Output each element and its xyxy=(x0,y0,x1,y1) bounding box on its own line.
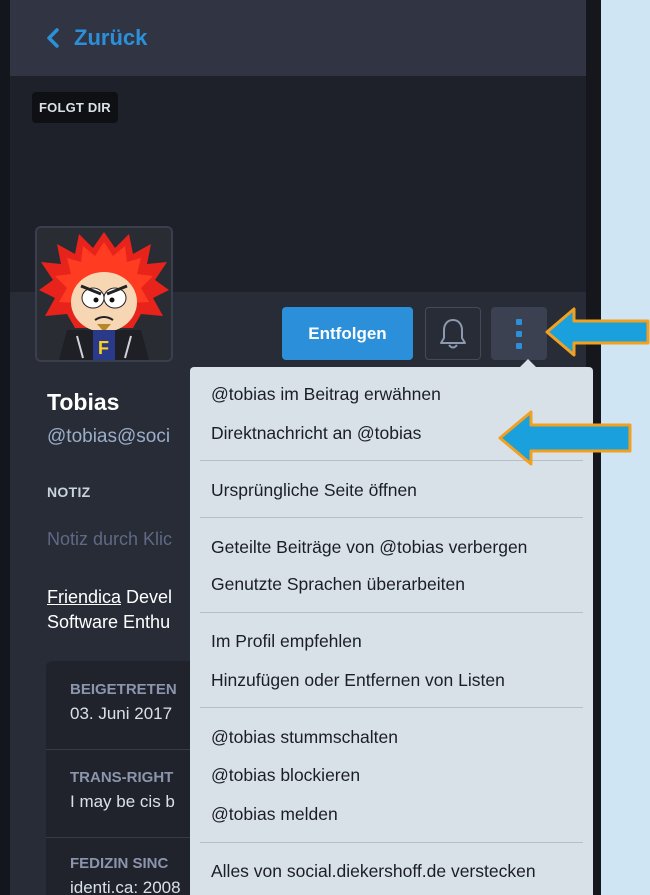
menu-item-mute[interactable]: @tobias stummschalten xyxy=(211,727,398,748)
menu-item-block[interactable]: @tobias blockieren xyxy=(211,765,360,786)
annotation-arrow-icon xyxy=(545,307,650,357)
avatar[interactable]: F xyxy=(35,226,173,362)
menu-item-open-original[interactable]: Ursprüngliche Seite öffnen xyxy=(211,480,417,501)
notify-button[interactable] xyxy=(425,307,481,360)
profile-handle: @tobias@soci xyxy=(47,426,171,447)
menu-divider xyxy=(200,612,583,613)
vertical-dots-icon xyxy=(516,318,522,349)
bio-text: Devel xyxy=(121,587,173,607)
svg-text:F: F xyxy=(98,338,109,358)
left-column-edge xyxy=(0,0,10,895)
menu-item-hide-boosts[interactable]: Geteilte Beiträge von @tobias verbergen xyxy=(211,537,527,558)
menu-divider xyxy=(200,517,583,518)
menu-item-direct-message[interactable]: Direktnachricht an @tobias xyxy=(211,423,421,444)
menu-divider xyxy=(200,842,583,843)
annotation-arrow-icon xyxy=(498,410,632,466)
bio-text-line2: Software Enthu xyxy=(47,612,171,632)
menu-divider xyxy=(200,707,583,708)
chevron-left-icon xyxy=(47,28,59,48)
back-button[interactable]: Zurück xyxy=(46,25,147,51)
menu-item-lists[interactable]: Hinzufügen oder Entfernen von Listen xyxy=(211,670,505,691)
profile-bio: Friendica Devel Software Enthu xyxy=(47,585,172,635)
back-label: Zurück xyxy=(74,25,148,50)
bio-link[interactable]: Friendica xyxy=(47,587,121,607)
follows-you-badge: FOLGT DIR xyxy=(32,92,118,123)
note-label: NOTIZ xyxy=(47,484,91,500)
menu-item-report[interactable]: @tobias melden xyxy=(211,804,338,825)
menu-item-endorse[interactable]: Im Profil empfehlen xyxy=(211,631,362,652)
avatar-image: F xyxy=(37,228,171,360)
profile-display-name: Tobias xyxy=(47,389,120,415)
menu-item-mention[interactable]: @tobias im Beitrag erwähnen xyxy=(211,384,441,405)
menu-item-languages[interactable]: Genutzte Sprachen überarbeiten xyxy=(211,574,465,595)
bell-icon xyxy=(440,318,466,348)
more-options-button[interactable] xyxy=(491,307,547,360)
menu-item-block-domain[interactable]: Alles von social.diekershoff.de versteck… xyxy=(211,861,536,882)
note-input[interactable]: Notiz durch Klic xyxy=(47,529,172,550)
unfollow-button[interactable]: Entfolgen xyxy=(282,307,413,360)
column-header: Zurück xyxy=(10,0,586,76)
